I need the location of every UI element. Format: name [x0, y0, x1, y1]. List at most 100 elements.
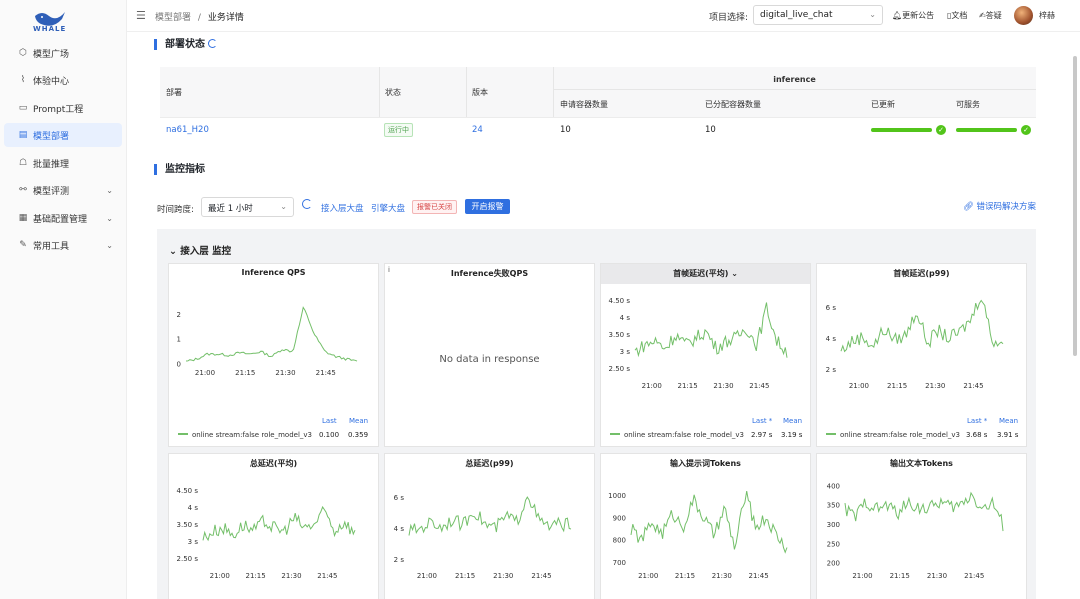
serving-progress-bar — [956, 128, 1017, 132]
x-tick-label: 21:15 — [246, 572, 266, 580]
y-tick-label: 400 — [827, 482, 840, 490]
y-tick-label: 700 — [613, 559, 626, 567]
series-line — [840, 299, 1004, 353]
chevron-down-icon: ⌄ — [869, 10, 876, 19]
deploy-icon: ▤ — [18, 130, 28, 140]
series-line — [202, 505, 356, 542]
panel-inference-qps[interactable]: Inference QPS 2 1 0 21:00 21:15 21:30 21:45 on… — [168, 263, 379, 447]
y-tick-label: 2 — [177, 311, 181, 319]
enable-alarm-button[interactable]: 开启报警 — [465, 199, 510, 214]
column-divider — [466, 67, 467, 117]
col-updated: 已更新 — [871, 100, 895, 109]
menu-collapse-icon[interactable]: ☰ — [136, 9, 146, 22]
sidebar: WHALE ⬡ 模型广场 ⌇ 体验中心 ▭ Prompt工程 ▤ 模型部署 ☖ 批量推理 … — [0, 0, 127, 599]
x-tick-label: 21:30 — [925, 382, 945, 390]
panel-title: Inference失败QPS — [450, 269, 529, 278]
refresh-icon[interactable] — [302, 199, 312, 209]
panel-first-frame-avg[interactable]: 首帧延迟(平均) ⌄ 4.50 s4 s 3.50 s3 s 2.50 s 21:00… — [600, 263, 811, 447]
dashboard-title[interactable]: ⌄ 接入层 监控 — [169, 243, 231, 257]
x-tick-label: 21:30 — [275, 369, 295, 377]
sidebar-item-label: 模型广场 — [33, 49, 70, 60]
sidebar-item-model-square[interactable]: ⬡ 模型广场 — [4, 41, 122, 65]
announcement-link[interactable]: 🔔︎更新公告 — [892, 10, 934, 21]
y-tick-label: 800 — [613, 537, 626, 545]
version-link[interactable]: 24 — [472, 125, 483, 135]
sidebar-item-model-deploy[interactable]: ▤ 模型部署 — [4, 123, 122, 147]
panel-total-latency-avg[interactable]: 总延迟(平均) 4.50 s4 s 3.50 s3 s 2.50 s 21:00 21:… — [168, 453, 379, 599]
deploy-name-link[interactable]: na61_H20 — [166, 125, 209, 135]
qa-link[interactable]: ✍答疑 — [979, 10, 1002, 21]
x-tick-label: 21:15 — [235, 369, 255, 377]
docs-label: 文档 — [951, 11, 968, 20]
y-tick-label: 2.50 s — [609, 365, 631, 373]
allocated-count: 10 — [705, 125, 716, 135]
sidebar-item-label: 模型部署 — [33, 131, 70, 142]
time-range-select[interactable]: 最近 1 小时 ⌄ — [201, 197, 294, 217]
sidebar-item-batch[interactable]: ☖ 批量推理 — [4, 151, 122, 175]
panel-input-tokens[interactable]: 输入提示词Tokens 1000 900 800 700 21:00 21:15 21:30… — [600, 453, 811, 599]
legend-mean-header[interactable]: Mean — [999, 417, 1018, 425]
y-tick-label: 4 s — [394, 525, 405, 533]
x-tick-label: 21:00 — [417, 572, 437, 580]
col-version: 版本 — [472, 88, 488, 97]
robot-icon: ☖ — [18, 158, 28, 168]
engine-dashboard-link[interactable]: 引擎大盘 — [371, 202, 405, 214]
series-line — [634, 302, 788, 358]
sidebar-item-config[interactable]: ▦ 基础配置管理 ⌄ — [4, 206, 122, 230]
breadcrumb-separator: / — [197, 13, 201, 23]
sidebar-item-label: 基础配置管理 — [33, 214, 88, 225]
panel-first-frame-p99[interactable]: 首帧延迟(p99) 6 s4 s2 s 21:00 21:15 21:30 21:45 … — [816, 263, 1027, 447]
y-tick-label: 2 s — [826, 366, 837, 374]
y-tick-label: 2 s — [394, 556, 405, 564]
chevron-down-icon: ⌄ — [106, 240, 113, 250]
x-tick-label: 21:15 — [455, 572, 475, 580]
legend-last-value: 2.97 s — [751, 431, 773, 439]
y-tick-label: 6 s — [826, 304, 837, 312]
access-dashboard-link[interactable]: 接入层大盘 — [321, 202, 364, 214]
y-tick-label: 1 — [177, 336, 181, 344]
sidebar-item-tools[interactable]: ✎ 常用工具 ⌄ — [4, 233, 122, 257]
username[interactable]: 梓赫 — [1039, 10, 1055, 21]
y-tick-label: 300 — [827, 521, 840, 529]
panel-total-latency-p99[interactable]: 总延迟(p99) 6 s4 s2 s 21:00 21:15 21:30 21:45 — [384, 453, 595, 599]
legend-mean-header[interactable]: Mean — [349, 417, 368, 425]
y-tick-label: 4 s — [826, 335, 837, 343]
x-tick-label: 21:45 — [317, 572, 337, 580]
sidebar-item-eval[interactable]: ⚯ 模型评测 ⌄ — [4, 178, 122, 202]
x-tick-label: 21:00 — [210, 572, 230, 580]
col-requested: 申请容器数量 — [560, 100, 608, 109]
legend-mean-header[interactable]: Mean — [783, 417, 802, 425]
sidebar-item-experience[interactable]: ⌇ 体验中心 — [4, 68, 122, 92]
chat-icon: ▭ — [18, 103, 28, 113]
panel-inference-fail-qps[interactable]: i Inference失败QPS No data in response — [384, 263, 595, 447]
chevron-down-icon: ⌄ — [169, 246, 177, 257]
breadcrumb-model-deploy[interactable]: 模型部署 — [155, 13, 191, 23]
project-select[interactable]: digital_live_chat ⌄ — [753, 5, 883, 25]
bell-icon: 🔔︎ — [892, 11, 903, 20]
legend-last-header[interactable]: Last — [322, 417, 337, 425]
legend-last-header[interactable]: Last * — [967, 417, 987, 425]
qa-icon: ✍ — [979, 11, 986, 20]
check-circle-icon: ✓ — [936, 125, 946, 135]
legend-last-header[interactable]: Last * — [752, 417, 772, 425]
x-tick-label: 21:30 — [281, 572, 301, 580]
x-tick-label: 21:00 — [638, 572, 658, 580]
chart-input-tokens: 1000 900 800 700 21:00 21:15 21:30 21:45 — [608, 491, 788, 580]
y-tick-label: 250 — [827, 540, 840, 548]
sidebar-item-prompt[interactable]: ▭ Prompt工程 — [4, 96, 122, 120]
x-tick-label: 21:15 — [678, 382, 698, 390]
legend-mean-value: 0.359 — [348, 431, 369, 439]
y-tick-label: 6 s — [394, 494, 405, 502]
avatar[interactable] — [1014, 6, 1033, 25]
y-tick-label: 4.50 s — [609, 297, 631, 305]
legend-mean-value: 3.19 s — [781, 431, 803, 439]
y-tick-label: 3.50 s — [177, 521, 199, 529]
legend-last-value: 0.100 — [319, 431, 340, 439]
panel-output-tokens[interactable]: 输出文本Tokens 400 350 300 250 200 21:00 21:15 21:3… — [816, 453, 1027, 599]
error-code-link[interactable]: 🔗︎ 错误码解决方案 — [963, 200, 1036, 212]
page-scrollbar[interactable] — [1073, 56, 1077, 356]
eval-icon: ⚯ — [19, 185, 27, 195]
docs-link[interactable]: ▯文档 — [947, 10, 967, 21]
chevron-down-icon: ⌄ — [106, 213, 113, 223]
y-tick-label: 3.50 s — [609, 331, 631, 339]
